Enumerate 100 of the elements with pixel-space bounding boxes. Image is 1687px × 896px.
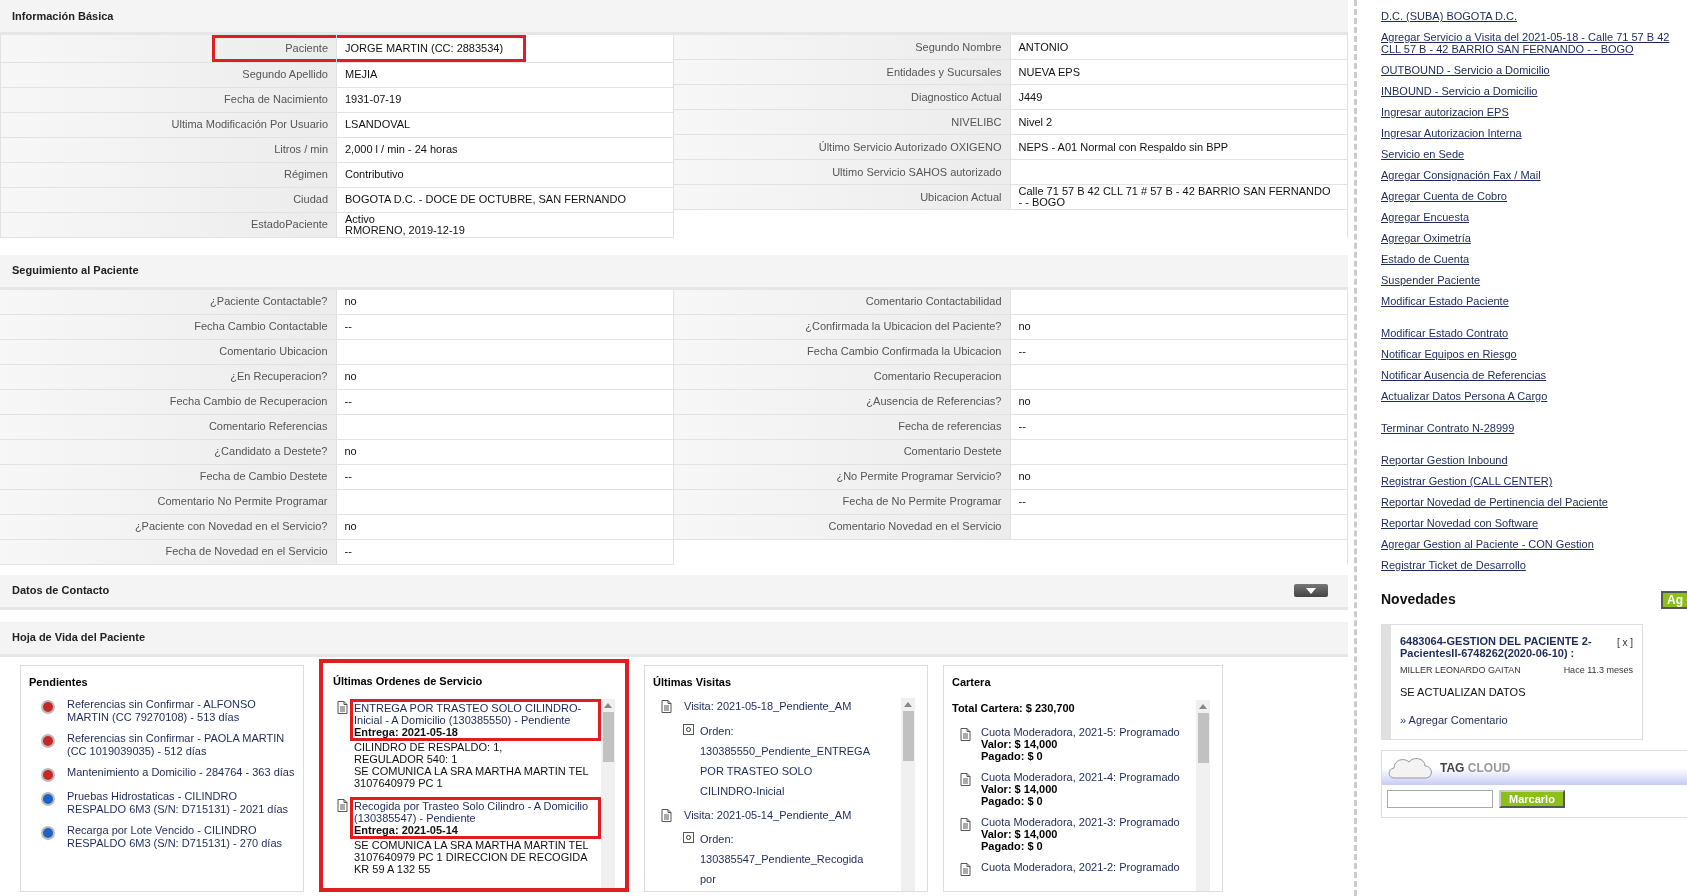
cuota-paid: Pagado: $ 0 — [981, 749, 1043, 762]
order-link[interactable]: ENTREGA POR TRASTEO SOLO CILINDRO-Inicial - A Domicilio (130385550) - Pendiente — [354, 702, 597, 726]
sidebar-link[interactable]: Agregar Gestion al Paciente - CON Gestion — [1381, 538, 1598, 550]
document-icon — [960, 817, 971, 831]
scrollbar[interactable] — [901, 698, 915, 891]
scrollbar-thumb[interactable] — [602, 712, 614, 762]
scroll-up-icon[interactable] — [904, 702, 912, 707]
field-value: -- — [344, 321, 352, 332]
field-value: -- — [1018, 496, 1026, 507]
caret-icon — [1306, 587, 1316, 594]
field-label: Diagnostico Actual — [911, 89, 1002, 105]
cartera-total: Total Cartera: $ 230,700 — [952, 701, 1075, 716]
cuota-paid: Pagado: $ 0 — [981, 839, 1043, 852]
field-label: Comentario No Permite Programar — [157, 494, 328, 510]
document-icon — [960, 862, 971, 876]
scroll-up-icon[interactable] — [1199, 704, 1207, 709]
field-value: no — [344, 371, 357, 382]
sidebar-link[interactable]: Notificar Equipos en Riesgo — [1381, 348, 1521, 360]
field-value: ANTONIO — [1018, 41, 1069, 53]
order-delivery-date: Entrega: 2021-05-18 — [354, 726, 459, 738]
cuota-link[interactable]: Cuota Moderadora, 2021-4: Programado — [981, 770, 1180, 783]
sidebar-link[interactable]: Agregar Servicio a Visita del 2021-05-18 - Calle 71 57 B 42 CLL 57 B - 42 BARRIO SAN FERNANDO - - BOGO — [1381, 31, 1687, 55]
sidebar-link[interactable]: INBOUND - Servicio a Domicilio — [1381, 85, 1542, 97]
scrollbar[interactable] — [1196, 700, 1210, 891]
pending-item[interactable]: Recarga por Lote Vencido - CILINDRO RESPALDO 6M3 (S/N: D715131) - 270 días — [67, 824, 295, 850]
field-label: Fecha Cambio Contactable — [194, 319, 328, 335]
scrollbar-thumb[interactable] — [902, 711, 914, 761]
sidebar-link[interactable]: Agregar Oximetría — [1381, 232, 1475, 244]
field-label: Segundo Apellido — [242, 67, 328, 83]
document-icon — [337, 701, 348, 714]
field-label: Ultima Modificación Por Usuario — [171, 117, 328, 133]
sidebar-link[interactable]: Agregar Consignación Fax / Mail — [1381, 169, 1545, 181]
field-label: Ultimo Servicio SAHOS autorizado — [832, 164, 1002, 180]
field-label: Comentario Ubicacion — [219, 344, 328, 360]
cuota-link[interactable]: Cuota Moderadora, 2021-5: Programado — [981, 725, 1180, 738]
field-value: J449 — [1018, 91, 1043, 103]
sidebar-link[interactable]: OUTBOUND - Servicio a Domicilio — [1381, 64, 1554, 76]
field-label: Fecha Cambio Confirmada la Ubicacion — [807, 344, 1002, 360]
order-icon — [683, 832, 694, 843]
cuota-value: Valor: $ 14,000 — [981, 737, 1058, 750]
visit-link[interactable]: Visita: 2021-05-18_Pendiente_AM — [684, 698, 852, 715]
pending-item[interactable]: Mantenimiento a Domicilio - 284764 - 363 días — [67, 766, 295, 782]
field-label: Entidades y Sucursales — [886, 64, 1002, 80]
document-icon — [661, 808, 672, 822]
field-label: ¿No Permite Programar Servicio? — [836, 469, 1002, 485]
pending-item[interactable]: Referencias sin Confirmar - ALFONSO MARTIN (CC 79270108) - 513 días — [67, 698, 295, 724]
sidebar-link[interactable]: Estado de Cuenta — [1381, 253, 1474, 265]
sidebar-link[interactable]: Agregar Encuesta — [1381, 211, 1474, 223]
order-details: SE COMUNICA LA SRA MARTHA MARTIN TEL 3107640979 PC 1 DIRECCION DE RECOGIDA KR 59 A 132 55 — [354, 839, 590, 875]
field-label: Fecha de referencias — [898, 419, 1002, 435]
field-label: NIVELIBC — [951, 114, 1002, 130]
section-title: Datos de Contacto — [12, 583, 110, 599]
order-details: CILINDRO DE RESPALDO: 1, REGULADOR 540: 1 SE COMUNICA LA SRA MARTHA MARTIN TEL 3107640979 PC 1 — [354, 741, 590, 789]
field-value: NEPS - A01 Normal con Respaldo sin BPP — [1018, 141, 1229, 153]
field-value: 2,000 l / min - 24 horas — [345, 144, 458, 155]
field-value: 1931-07-19 — [345, 94, 402, 105]
sidebar-link[interactable]: Registrar Ticket de Desarrollo — [1381, 559, 1530, 571]
sidebar-link[interactable]: Agregar Cuenta de Cobro — [1381, 190, 1511, 202]
field-value: no — [344, 446, 357, 457]
sidebar-link[interactable]: Reportar Novedad de Pertinencia del Paciente — [1381, 496, 1612, 508]
tag-input[interactable] — [1387, 789, 1493, 808]
sidebar-link[interactable]: Terminar Contrato N-28999 — [1381, 422, 1519, 434]
scroll-up-icon[interactable] — [604, 703, 612, 708]
field-label: Fecha de Novedad en el Servicio — [165, 544, 328, 560]
pending-item[interactable]: Referencias sin Confirmar - PAOLA MARTIN (CC 1019039035) - 512 días — [67, 732, 295, 758]
field-value: Calle 71 57 B 42 CLL 71 # 57 B - 42 BARRIO SAN FERNANDO - - BOGO — [1018, 186, 1331, 208]
field-label: Fecha de No Permite Programar — [842, 494, 1002, 510]
sidebar-link[interactable]: Reportar Gestion Inbound — [1381, 454, 1512, 466]
visit-link[interactable]: Visita: 2021-05-14_Pendiente_AM — [684, 806, 852, 823]
scrollbar[interactable] — [601, 699, 615, 888]
order-icon — [683, 723, 694, 735]
cuota-link[interactable]: Cuota Moderadora, 2021-3: Programado — [981, 815, 1180, 828]
panel-title: Cartera — [952, 674, 991, 690]
field-value: -- — [344, 396, 352, 407]
sidebar-link[interactable]: D.C. (SUBA) BOGOTA D.C. — [1381, 10, 1522, 22]
sidebar-link[interactable]: Modificar Estado Paciente — [1381, 295, 1513, 307]
sidebar-link[interactable]: Notificar Ausencia de Referencias — [1381, 369, 1551, 381]
visit-order-link[interactable]: Orden: 130385547_Pendiente_Recogida por — [700, 829, 870, 889]
sidebar-link[interactable]: Modificar Estado Contrato — [1381, 327, 1513, 339]
close-button[interactable]: [ x ] — [1616, 635, 1633, 650]
sidebar-link[interactable]: Ingresar Autorizacion Interna — [1381, 127, 1526, 139]
order-link[interactable]: Recogida por Trasteo Solo Cilindro - A Domicilio (130385547) - Pendiente — [354, 800, 597, 824]
expand-button[interactable] — [1294, 584, 1328, 597]
scrollbar-thumb[interactable] — [1197, 713, 1209, 763]
sidebar-link[interactable]: Suspender Paciente — [1381, 274, 1485, 286]
sidebar-link[interactable]: Reportar Novedad con Software — [1381, 517, 1543, 529]
sidebar-link[interactable]: Registrar Gestion (CALL CENTER) — [1381, 475, 1557, 487]
visit-order-link[interactable]: Orden: 130385550_Pendiente_ENTREGA POR TRASTEO SOLO CILINDRO-Inicial — [700, 720, 870, 801]
section-title: Información Básica — [12, 8, 114, 24]
sidebar-link[interactable]: Servicio en Sede — [1381, 148, 1469, 160]
sidebar-link[interactable]: Actualizar Datos Persona A Cargo — [1381, 390, 1552, 402]
pending-item[interactable]: Pruebas Hidrostaticas - CILINDRO RESPALDO 6M3 (S/N: D715131) - 2021 días — [67, 790, 295, 816]
cuota-link[interactable]: Cuota Moderadora, 2021-2: Programado — [981, 860, 1180, 873]
add-comment-link[interactable]: » Agregar Comentario — [1400, 712, 1508, 729]
document-icon — [337, 799, 348, 812]
field-label: Comentario Destete — [903, 444, 1002, 460]
field-value: no — [1018, 396, 1031, 407]
section-title: Seguimiento al Paciente — [12, 263, 139, 279]
sidebar-link[interactable]: Ingresar autorizacion EPS — [1381, 106, 1513, 118]
cuota-value: Valor: $ 14,000 — [981, 827, 1058, 840]
